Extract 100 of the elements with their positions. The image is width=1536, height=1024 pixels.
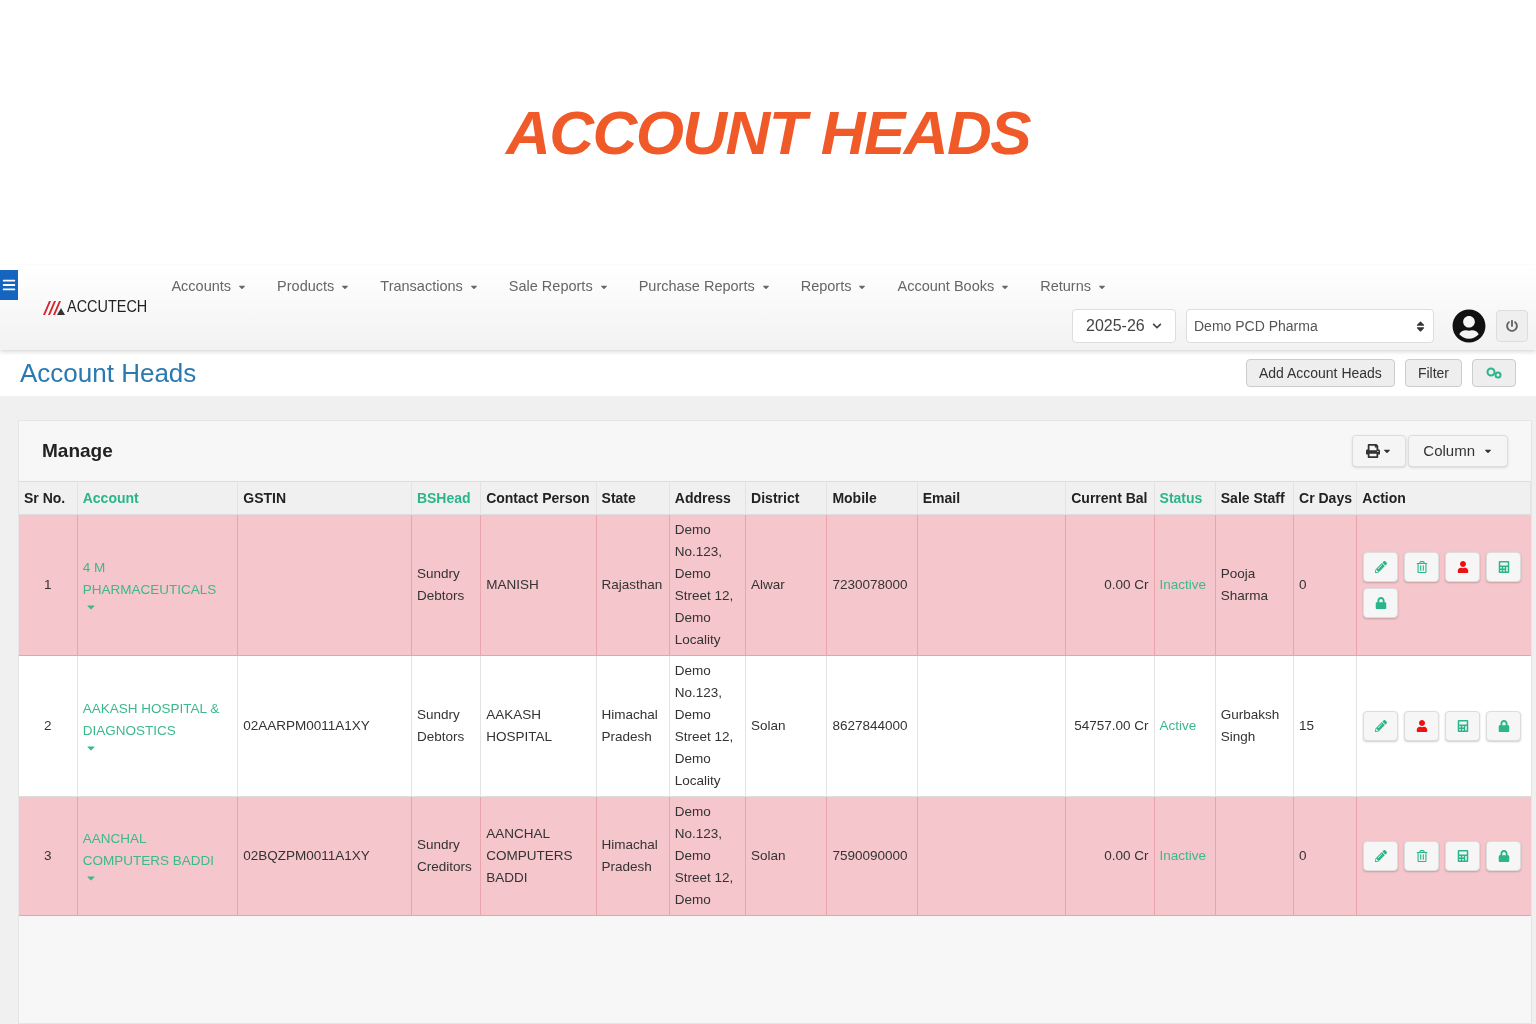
toolbar-button[interactable]: Add Account Heads [1245, 359, 1395, 387]
table-cell: 02AARPM0011A1XY [243, 718, 370, 733]
lock-icon [1497, 850, 1510, 862]
table-cell: 0.00 Cr [1104, 848, 1149, 863]
edit-button[interactable] [1363, 552, 1399, 582]
column-header: Mobile [832, 490, 877, 506]
year-select[interactable]: 2025-26 [1072, 309, 1176, 343]
table-cell: Alwar [751, 577, 785, 592]
card-title: Manage [42, 438, 113, 463]
column-header: Sale Staff [1220, 490, 1285, 506]
edit-button[interactable] [1363, 711, 1399, 741]
menu-icon [2, 278, 16, 292]
table-cell: Demo No.123, Demo Street 12, Demo [674, 804, 734, 907]
nav-menu-item[interactable]: Accounts [171, 276, 248, 298]
user-icon [1415, 720, 1428, 732]
nav-menu-item[interactable]: Returns [1040, 276, 1107, 298]
column-header: GSTIN [243, 490, 287, 506]
user-button[interactable] [1404, 711, 1440, 741]
column-header: Action [1362, 490, 1406, 506]
pencil-icon [1374, 850, 1387, 862]
column-header: Contact Person [486, 490, 590, 506]
column-header: State [601, 490, 636, 506]
table-cell: 8627844000 [832, 718, 908, 733]
table-cell: 7590090000 [832, 848, 908, 863]
print-button[interactable] [1352, 435, 1407, 467]
nav-menu-item[interactable]: Purchase Reports [638, 276, 771, 298]
column-header: Email [922, 490, 961, 506]
column-header: Current Bal [1071, 490, 1148, 506]
lock-icon [1497, 720, 1510, 732]
table-cell: 3 [44, 848, 52, 863]
column-header: Sr No. [24, 490, 66, 506]
table-cell: Gurbaksh Singh [1220, 707, 1280, 744]
table-cell: AAKASH HOSPITAL [486, 707, 552, 744]
table-cell: MANISH [486, 577, 539, 592]
column-button[interactable]: Column [1408, 435, 1508, 467]
table-cell: Pooja Sharma [1220, 566, 1269, 603]
delete-button[interactable] [1404, 841, 1440, 871]
toolbar-button[interactable]: Filter [1404, 359, 1462, 387]
settings-icon [1486, 367, 1502, 379]
table-cell: Sundry Debtors [416, 707, 465, 744]
status-text: Inactive [1159, 848, 1207, 863]
column-header: District [751, 490, 800, 506]
chevron-down-icon [1152, 321, 1162, 331]
pencil-icon [1374, 720, 1387, 732]
table-cell: 15 [1299, 718, 1315, 733]
table-cell: Demo No.123, Demo Street 12, Demo Locality [674, 663, 734, 788]
nav-menu-item[interactable]: Transactions [380, 276, 479, 298]
calculator-button[interactable] [1445, 841, 1481, 871]
table-cell: 0 [1299, 577, 1307, 592]
lock-button[interactable] [1486, 711, 1522, 741]
pencil-icon [1374, 561, 1387, 573]
table-cell: 54757.00 Cr [1074, 718, 1149, 733]
table-cell: 7230078000 [832, 577, 908, 592]
calculator-button[interactable] [1486, 552, 1522, 582]
edit-button[interactable] [1363, 841, 1399, 871]
nav-menu-item[interactable]: Products [277, 276, 351, 298]
table-cell: 0 [1299, 848, 1307, 863]
calculator-icon [1456, 720, 1469, 732]
lock-icon [1374, 597, 1387, 609]
delete-button[interactable] [1404, 552, 1440, 582]
sort-icon [1415, 319, 1426, 333]
menu-button[interactable] [0, 270, 18, 300]
avatar-icon[interactable] [1452, 309, 1486, 343]
status-text: Active [1159, 718, 1197, 733]
trash-icon [1415, 850, 1428, 862]
company-select[interactable]: Demo PCD Pharma [1186, 309, 1434, 343]
table-cell: Rajasthan [601, 577, 663, 592]
nav-menu-item[interactable]: Reports [800, 276, 868, 298]
table-cell: Solan [751, 848, 786, 863]
calculator-button[interactable] [1445, 711, 1481, 741]
table-cell: Himachal Pradesh [601, 707, 658, 744]
trash-icon [1415, 561, 1428, 573]
lock-button[interactable] [1363, 588, 1399, 618]
page-heading: Account Heads [20, 356, 197, 390]
calculator-icon [1497, 561, 1510, 573]
table-cell: Sundry Creditors [416, 837, 472, 874]
table-cell: 02BQZPM0011A1XY [243, 848, 370, 863]
column-header: Address [674, 490, 731, 506]
user-icon [1456, 561, 1469, 573]
nav-menu-item[interactable]: Account Books [897, 276, 1011, 298]
user-button[interactable] [1445, 552, 1481, 582]
table-cell: Himachal Pradesh [601, 837, 658, 874]
table-cell: 0.00 Cr [1104, 577, 1149, 592]
calculator-icon [1456, 850, 1469, 862]
nav-menu-item[interactable]: Sale Reports [508, 276, 609, 298]
power-button[interactable] [1496, 310, 1528, 342]
banner-title: ACCOUNT HEADS [505, 97, 1031, 169]
table-cell: Demo No.123, Demo Street 12, Demo Locality [674, 522, 734, 647]
lock-button[interactable] [1486, 841, 1522, 871]
print-icon [1366, 444, 1381, 458]
column-header: Cr Days [1299, 490, 1352, 506]
logo-text: ACCUTECH [67, 298, 148, 315]
table-cell: AANCHAL COMPUTERS BADDI [486, 826, 573, 885]
settings-button[interactable] [1472, 359, 1516, 387]
table-cell: 2 [44, 718, 52, 733]
table-cell: Sundry Debtors [416, 566, 465, 603]
status-text: Inactive [1159, 577, 1207, 592]
logo-mark-icon [43, 299, 65, 315]
table-cell: Solan [751, 718, 786, 733]
table-cell: 1 [44, 577, 52, 592]
